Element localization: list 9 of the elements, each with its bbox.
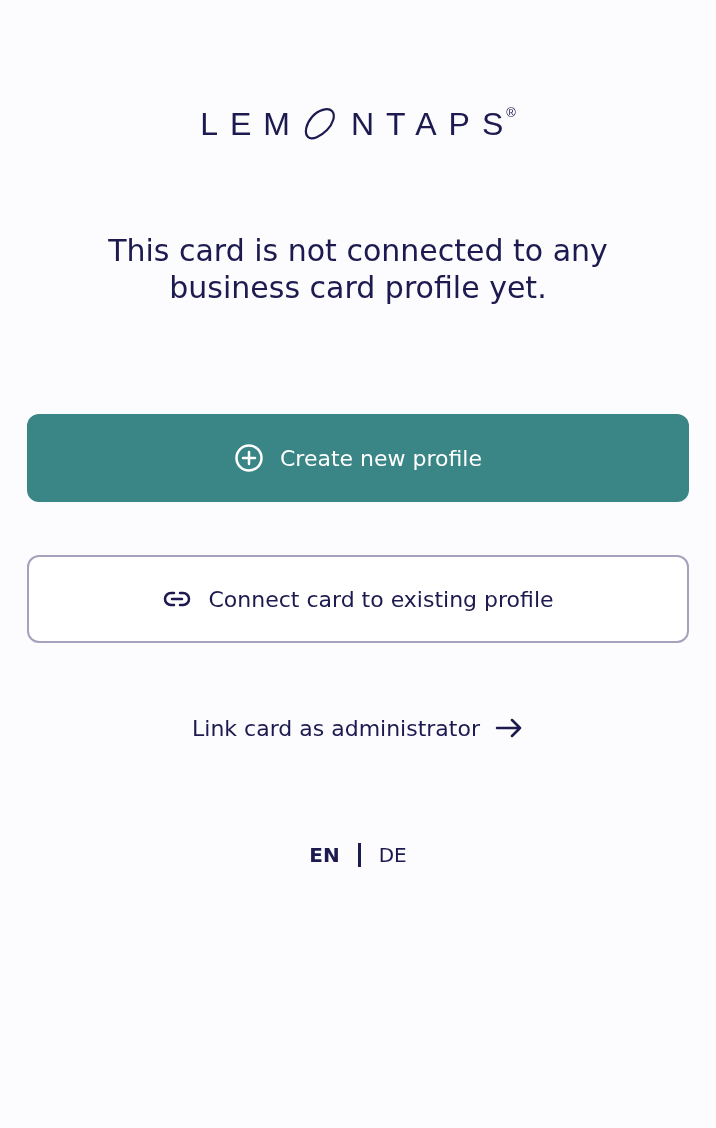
status-message: This card is not connected to any business card profile yet. [107,232,609,306]
create-profile-button[interactable]: Create new profile [27,414,689,502]
admin-link[interactable]: Link card as administrator [192,713,524,743]
connect-profile-button[interactable]: Connect card to existing profile [27,555,689,643]
logo-text: NTAPS® [350,104,516,144]
language-option[interactable]: DE [378,843,407,867]
language-option[interactable]: EN [309,843,340,867]
logo-text: LEM [200,105,302,144]
plus-circle-icon [233,443,264,473]
